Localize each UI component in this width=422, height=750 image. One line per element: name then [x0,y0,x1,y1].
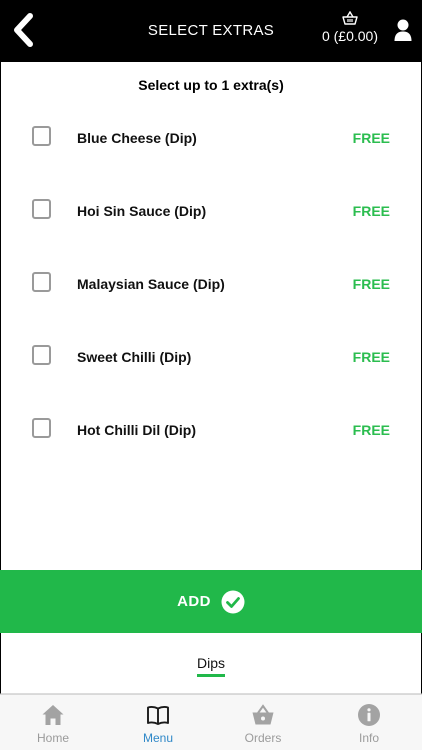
check-circle-icon [221,590,245,613]
home-icon [42,705,64,725]
info-icon [358,704,380,726]
extra-option-hot-chilli-dil[interactable]: Hot Chilli Dil (Dip) FREE [1,394,421,467]
chevron-left-icon [14,13,33,47]
extra-name: Hot Chilli Dil (Dip) [77,422,196,438]
tab-menu[interactable]: Menu [105,695,211,750]
extra-option-malaysian-sauce[interactable]: Malaysian Sauce (Dip) FREE [1,248,421,321]
tab-label: Info [358,731,379,745]
category-tab-dips[interactable]: Dips [1,655,421,677]
extra-price: FREE [352,203,390,219]
tab-orders[interactable]: Orders [210,695,316,750]
extras-panel: Select up to 1 extra(s) Blue Cheese (Dip… [0,62,422,570]
extra-option-sweet-chilli[interactable]: Sweet Chilli (Dip) FREE [1,321,421,394]
extra-price: FREE [352,276,390,292]
extra-name: Hoi Sin Sauce (Dip) [77,203,207,219]
header-bar: SELECT EXTRAS 0 (£0.00) [0,0,422,62]
basket-button[interactable]: 0 (£0.00) [318,8,382,54]
extra-checkbox[interactable] [32,126,51,146]
add-button[interactable]: ADD [0,570,422,633]
account-button[interactable] [394,18,412,42]
extra-price: FREE [352,349,390,365]
tab-home[interactable]: Home [0,695,106,750]
tab-info[interactable]: Info [316,695,422,750]
extra-name: Blue Cheese (Dip) [77,130,197,146]
extra-name: Sweet Chilli (Dip) [77,349,192,365]
basket-icon [252,704,274,725]
extra-checkbox[interactable] [32,272,51,292]
user-icon [394,19,412,41]
tab-label: Home [36,731,69,745]
tab-label: Orders [244,731,282,745]
book-icon [147,705,169,725]
bottom-tab-bar: Home Menu Orders Info [0,694,422,750]
extra-checkbox[interactable] [32,345,51,365]
category-bar: Dips [0,633,422,694]
add-button-label: ADD [177,593,211,610]
extras-list: Blue Cheese (Dip) FREE Hoi Sin Sauce (Di… [1,102,421,467]
basket-summary: 0 (£0.00) [321,28,379,44]
back-button[interactable] [8,10,40,50]
extra-option-blue-cheese[interactable]: Blue Cheese (Dip) FREE [1,102,421,175]
extra-checkbox[interactable] [32,199,51,219]
extra-price: FREE [352,130,390,146]
category-label: Dips [196,655,225,677]
extra-name: Malaysian Sauce (Dip) [77,276,225,292]
extra-checkbox[interactable] [32,418,51,438]
basket-icon [342,11,358,25]
tab-label: Menu [142,731,174,745]
selection-instruction: Select up to 1 extra(s) [138,77,284,93]
extra-price: FREE [352,422,390,438]
extra-option-hoi-sin-sauce[interactable]: Hoi Sin Sauce (Dip) FREE [1,175,421,248]
